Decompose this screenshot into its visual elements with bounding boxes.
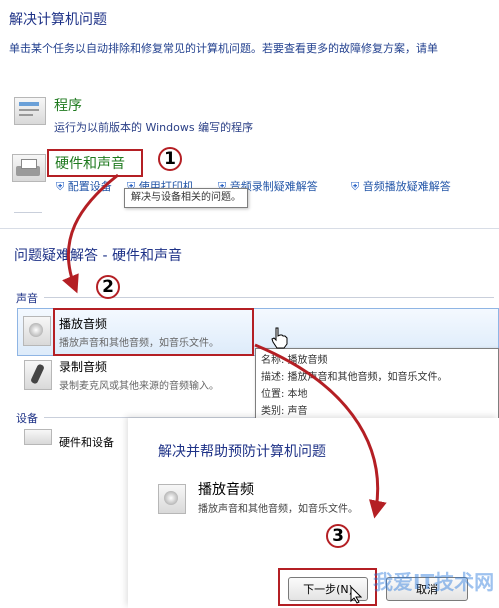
speaker-icon [23,316,51,346]
tooltip-location: 位置: 本地 [261,389,308,400]
arrow-cursor-icon [350,586,362,604]
tooltip-description: 描述: 播放声音和其他音频，如音乐文件。 [261,372,448,383]
page-description: 单击某个任务以自动排除和修复常见的计算机问题。若要查看更多的故障修复方案，请单 [9,42,438,55]
hardware-icon [24,429,52,445]
category-programs-desc: 运行为以前版本的 Windows 编写的程序 [54,121,254,134]
troubleshoot-panel: 解决计算机问题 单击某个任务以自动排除和修复常见的计算机问题。若要查看更多的故障… [0,0,499,228]
troubleshoot-wizard: 解决并帮助预防计算机问题 播放音频 播放声音和其他音频，如音乐文件。 下一步(N… [128,418,499,608]
watermark: 我爱IT技术网 [373,570,495,594]
callout-1: 1 [158,147,182,171]
microphone-icon [24,360,52,390]
shield-icon: ⛨ [56,180,65,193]
callout-3: 3 [326,524,350,548]
highlight-play-audio [53,308,254,356]
record-audio-title[interactable]: 录制音频 [59,358,107,375]
sound-section-label: 声音 [16,292,38,305]
wizard-item-title: 播放音频 [198,482,254,498]
programs-icon [14,97,46,125]
wizard-item-desc: 播放声音和其他音频，如音乐文件。 [198,504,358,515]
highlight-hardware-sound [47,149,143,177]
printer-icon [12,154,46,182]
hardware-tooltip: 解决与设备相关的问题。 [124,188,248,208]
link-audio-playback-troubleshoot[interactable]: ⛨ 音频播放疑难解答 [351,178,451,194]
record-audio-desc: 录制麦克风或其他来源的音频输入。 [59,381,219,392]
tooltip-name: 名称: 播放音频 [261,355,328,366]
speaker-icon [158,484,186,514]
divider [14,212,42,213]
category-programs[interactable]: 程序 [54,95,82,115]
callout-2: 2 [96,275,120,299]
device-section-label: 设备 [16,412,38,425]
wizard-title: 解决并帮助预防计算机问题 [158,444,326,460]
hardware-sound-troubleshooters: 问题疑难解答 - 硬件和声音 声音 播放音频 播放声音和其他音频，如音乐文件。 … [0,228,499,449]
section-title: 问题疑难解答 - 硬件和声音 [14,248,182,264]
shield-icon: ⛨ [351,180,360,193]
hand-cursor-icon [271,327,288,349]
highlight-next-button [278,568,377,606]
link-configure-device[interactable]: ⛨ 配置设备 [56,178,112,194]
page-title: 解决计算机问题 [9,12,107,28]
hardware-devices-title[interactable]: 硬件和设备 [59,434,114,450]
